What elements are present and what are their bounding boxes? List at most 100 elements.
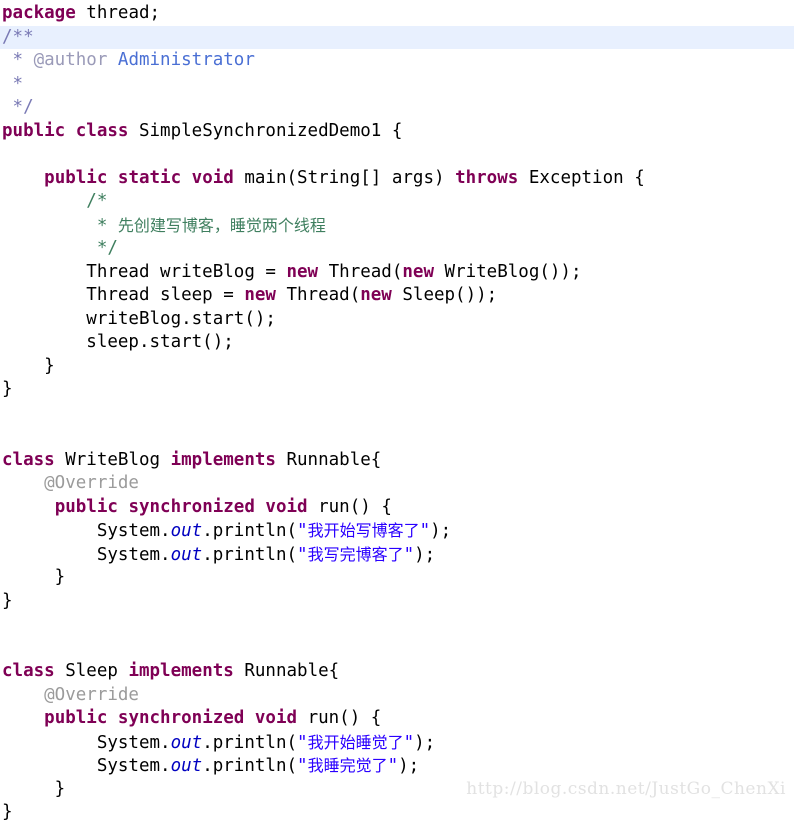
code-line: } <box>0 590 794 614</box>
code-token: .println( <box>202 544 298 565</box>
code-token: Thread sleep = <box>2 285 245 305</box>
code-token: class <box>2 449 55 470</box>
code-token: implements <box>170 449 276 470</box>
code-line: Thread sleep = new Thread(new Sleep()); <box>0 284 794 308</box>
code-token: Thread writeBlog = <box>2 261 287 282</box>
code-token: class <box>2 661 55 681</box>
code-token: 先创建写博客，睡觉两个线程 <box>117 215 326 235</box>
code-token: System. <box>2 544 171 565</box>
code-line: Thread writeBlog = new Thread(new WriteB… <box>0 261 794 285</box>
code-token: ); <box>398 756 420 776</box>
code-token: throws <box>455 167 519 188</box>
code-token: System. <box>2 732 171 753</box>
code-token: @Override <box>2 473 139 493</box>
code-token: Sleep <box>54 661 129 681</box>
code-line: * @author Administrator <box>0 49 794 73</box>
code-token: * <box>2 215 118 236</box>
code-token: * <box>2 50 34 70</box>
code-token: WriteBlog <box>54 449 171 470</box>
code-token: implements <box>128 661 234 681</box>
code-token: " <box>419 521 431 541</box>
code-token: thread; <box>75 3 161 23</box>
code-token: } <box>2 778 66 799</box>
code-token: .println( <box>202 521 298 541</box>
code-token: " <box>297 756 308 776</box>
code-token: Runnable{ <box>233 661 340 681</box>
code-line: @Override <box>0 684 794 708</box>
code-line: package thread; <box>0 2 794 26</box>
code-listing: package thread;/** * @author Administrat… <box>0 0 794 825</box>
code-token: Sleep()); <box>391 285 498 305</box>
watermark: http://blog.csdn.net/JustGo_ChenXi <box>466 779 786 799</box>
code-line: public synchronized void run() { <box>0 707 794 731</box>
code-token: } <box>2 567 66 587</box>
code-line: @Override <box>0 472 794 496</box>
code-token: 我开始写博客了 <box>307 521 420 540</box>
code-line: } <box>0 566 794 590</box>
code-token: */ <box>2 238 118 258</box>
code-token: main(String[] args) <box>233 167 456 188</box>
code-token: new <box>286 261 319 282</box>
code-token: } <box>2 379 13 399</box>
code-token: 我睡完觉了 <box>307 756 388 775</box>
code-token: out <box>170 544 203 565</box>
code-token: @author <box>33 50 108 70</box>
code-line: System.out.println("我开始睡觉了"); <box>0 731 794 755</box>
code-line: } <box>0 378 794 402</box>
code-token: Exception { <box>518 167 645 188</box>
code-token: run() { <box>297 708 382 728</box>
code-token: ); <box>430 521 452 541</box>
code-token: System. <box>2 521 171 541</box>
code-line: System.out.println("我睡完觉了"); <box>0 754 794 778</box>
code-token: .println( <box>202 732 298 753</box>
code-token: " <box>403 544 415 565</box>
code-token: out <box>170 732 203 753</box>
code-token: } <box>2 355 55 376</box>
code-line: } <box>0 355 794 379</box>
code-token: Administrator <box>107 50 255 70</box>
code-token: " <box>403 732 415 753</box>
code-token: public synchronized void <box>54 496 308 517</box>
code-token: sleep.start(); <box>2 332 234 352</box>
code-line: writeBlog.start(); <box>0 308 794 332</box>
code-token: ); <box>414 544 436 565</box>
code-token: new <box>244 285 276 305</box>
code-token: " <box>297 521 308 541</box>
code-token: new <box>360 285 392 305</box>
code-token: 我写完博客了 <box>307 544 404 564</box>
code-token: " <box>297 732 308 753</box>
code-token: " <box>297 544 308 565</box>
code-token: public static void <box>44 167 234 188</box>
code-line: public class SimpleSynchronizedDemo1 { <box>0 120 794 144</box>
code-token: /** <box>2 26 34 47</box>
code-token: " <box>387 756 399 776</box>
code-token: out <box>170 756 203 776</box>
code-token: } <box>2 590 13 611</box>
code-token: .println( <box>202 756 298 776</box>
code-line: sleep.start(); <box>0 331 794 355</box>
code-token: ); <box>414 732 436 753</box>
code-line: class WriteBlog implements Runnable{ <box>0 449 794 473</box>
code-line: */ <box>0 96 794 120</box>
code-token: */ <box>2 97 34 117</box>
code-token: writeBlog.start(); <box>2 308 276 329</box>
code-token: Thread( <box>318 261 403 282</box>
code-line: public synchronized void run() { <box>0 496 794 520</box>
code-token: package <box>2 3 76 23</box>
code-token: } <box>2 802 13 822</box>
code-token: /* <box>2 191 108 211</box>
code-token: public synchronized void <box>44 708 298 728</box>
code-token: 我开始睡觉了 <box>307 732 404 752</box>
code-line: /** <box>0 25 794 49</box>
code-line: public static void main(String[] args) t… <box>0 167 794 191</box>
code-line: */ <box>0 237 794 261</box>
code-token: System. <box>2 756 171 776</box>
code-token: SimpleSynchronizedDemo1 { <box>128 120 403 141</box>
